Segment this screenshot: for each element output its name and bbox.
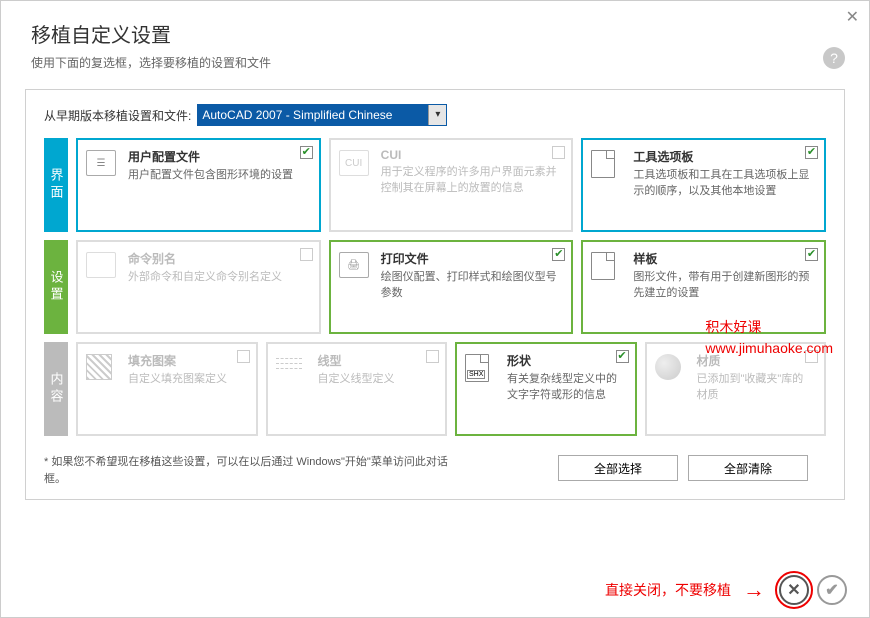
material-icon	[655, 352, 691, 426]
card-tool-palette[interactable]: 工具选项板 工具选项板和工具在工具选项板上显示的顺序，以及其他本地设置 ✔	[581, 138, 826, 232]
arrow-right-icon: →	[743, 577, 765, 603]
card-title: CUI	[381, 148, 562, 162]
card-hatch[interactable]: 填充图案 自定义填充图案定义	[76, 342, 258, 436]
card-command-alias[interactable]: 命令别名 外部命令和自定义命令别名定义	[76, 240, 321, 334]
checkbox-icon[interactable]: ✔	[300, 146, 313, 159]
card-title: 形状	[507, 352, 625, 369]
profile-icon: ☰	[86, 148, 122, 222]
source-version-row: 从早期版本移植设置和文件: AutoCAD 2007 - Simplified …	[44, 104, 826, 126]
card-cui[interactable]: CUI CUI 用于定义程序的许多用户界面元素并控制其在屏幕上的放置的信息	[329, 138, 574, 232]
card-linetype[interactable]: 线型 自定义线型定义	[266, 342, 448, 436]
checkbox-icon[interactable]	[300, 248, 313, 261]
cancel-button[interactable]: ✕	[779, 575, 809, 605]
card-desc: 绘图仪配置、打印样式和绘图仪型号参数	[381, 270, 562, 302]
close-hint: 直接关闭，不要移植	[605, 580, 731, 600]
card-title: 命令别名	[128, 250, 309, 267]
checkbox-icon[interactable]	[552, 146, 565, 159]
card-desc: 有关复杂线型定义中的文字字符或形的信息	[507, 372, 625, 404]
card-desc: 自定义填充图案定义	[128, 372, 246, 388]
card-desc: 用户配置文件包含图形环境的设置	[128, 168, 309, 184]
card-desc: 工具选项板和工具在工具选项板上显示的顺序，以及其他本地设置	[633, 168, 814, 200]
card-title: 填充图案	[128, 352, 246, 369]
watermark-line2: www.jimuhaoke.com	[705, 338, 833, 359]
card-title: 工具选项板	[633, 148, 814, 165]
dialog-subtitle: 使用下面的复选框，选择要移植的设置和文件	[31, 54, 839, 71]
card-user-profile[interactable]: ☰ 用户配置文件 用户配置文件包含图形环境的设置 ✔	[76, 138, 321, 232]
template-icon	[591, 250, 627, 324]
bottom-actions: 直接关闭，不要移植 → ✕ ✔	[605, 575, 847, 605]
checkbox-icon[interactable]: ✔	[616, 350, 629, 363]
footer-buttons: 全部选择 全部清除	[558, 455, 808, 481]
checkbox-icon[interactable]	[237, 350, 250, 363]
card-desc: 图形文件，带有用于创建新图形的预先建立的设置	[633, 270, 814, 302]
section-content-label: 内容	[44, 342, 68, 436]
section-settings-label: 设置	[44, 240, 68, 334]
content-panel: 从早期版本移植设置和文件: AutoCAD 2007 - Simplified …	[25, 89, 845, 500]
watermark-line1: 积木好课	[705, 317, 833, 338]
dropdown-value: AutoCAD 2007 - Simplified Chinese	[202, 108, 392, 122]
card-desc: 外部命令和自定义命令别名定义	[128, 270, 309, 286]
dialog-title: 移植自定义设置	[31, 19, 839, 48]
checkbox-icon[interactable]: ✔	[805, 146, 818, 159]
card-title: 线型	[318, 352, 436, 369]
section-ui: 界面 ☰ 用户配置文件 用户配置文件包含图形环境的设置 ✔ CUI CUI 用于…	[44, 138, 826, 232]
watermark: 积木好课 www.jimuhaoke.com	[705, 317, 833, 359]
card-title: 打印文件	[381, 250, 562, 267]
card-shape[interactable]: SHX 形状 有关复杂线型定义中的文字字符或形的信息 ✔	[455, 342, 637, 436]
cui-icon: CUI	[339, 148, 375, 222]
chevron-down-icon[interactable]: ▾	[428, 105, 446, 125]
dialog-window: ✕ 移植自定义设置 使用下面的复选框，选择要移植的设置和文件 ? 从早期版本移植…	[0, 0, 870, 618]
hatch-icon	[86, 352, 122, 426]
checkbox-icon[interactable]	[426, 350, 439, 363]
card-title: 用户配置文件	[128, 148, 309, 165]
footnote-text: * 如果您不希望现在移植这些设置，可以在以后通过 Windows"开始"菜单访问…	[44, 454, 464, 487]
card-desc: 已添加到"收藏夹"库的材质	[697, 372, 815, 404]
shx-icon: SHX	[465, 352, 501, 426]
linetype-icon	[276, 352, 312, 426]
card-desc: 用于定义程序的许多用户界面元素并控制其在屏幕上的放置的信息	[381, 165, 562, 197]
card-title: 样板	[633, 250, 814, 267]
dialog-header: 移植自定义设置 使用下面的复选框，选择要移植的设置和文件	[1, 1, 869, 81]
window-close-icon[interactable]: ✕	[846, 7, 859, 27]
card-print-files[interactable]: 🖨 打印文件 绘图仪配置、打印样式和绘图仪型号参数 ✔	[329, 240, 574, 334]
version-dropdown[interactable]: AutoCAD 2007 - Simplified Chinese ▾	[197, 104, 447, 126]
select-all-button[interactable]: 全部选择	[558, 455, 678, 481]
palette-icon	[591, 148, 627, 222]
section-ui-label: 界面	[44, 138, 68, 232]
alias-icon	[86, 250, 122, 324]
checkbox-icon[interactable]: ✔	[552, 248, 565, 261]
checkbox-icon[interactable]: ✔	[805, 248, 818, 261]
help-icon[interactable]: ?	[823, 47, 845, 69]
printer-icon: 🖨	[339, 250, 375, 324]
dropdown-label: 从早期版本移植设置和文件:	[44, 107, 191, 124]
ok-button[interactable]: ✔	[817, 575, 847, 605]
clear-all-button[interactable]: 全部清除	[688, 455, 808, 481]
card-desc: 自定义线型定义	[318, 372, 436, 388]
